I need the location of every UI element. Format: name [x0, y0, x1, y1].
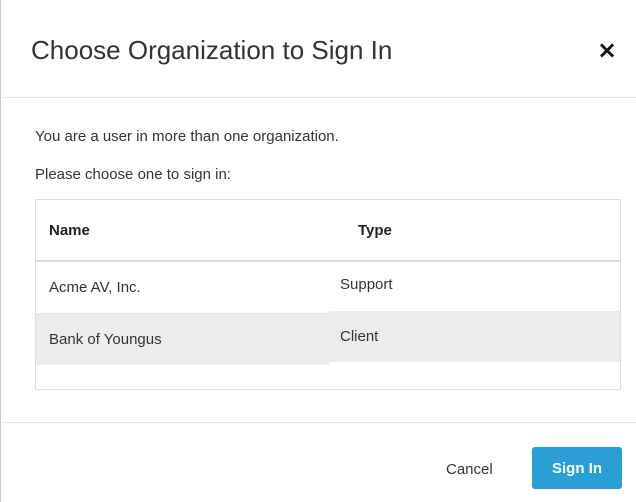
- multi-org-message: You are a user in more than one organiza…: [35, 128, 339, 145]
- column-header-type[interactable]: Type: [329, 200, 620, 262]
- table-row[interactable]: Acme AV, Inc. Support: [36, 261, 620, 314]
- dialog-footer: Cancel Sign In: [2, 422, 636, 502]
- choose-prompt: Please choose one to sign in:: [35, 166, 231, 183]
- table-header-row: Name Type: [36, 200, 620, 262]
- sign-in-button[interactable]: Sign In: [532, 447, 622, 489]
- org-type-cell: Client: [329, 310, 620, 362]
- table-row[interactable]: Bank of Youngus Client: [36, 310, 620, 365]
- dialog-title: Choose Organization to Sign In: [31, 35, 393, 65]
- org-name-cell: Bank of Youngus: [36, 313, 329, 365]
- column-header-name[interactable]: Name: [36, 200, 329, 262]
- sign-in-org-dialog: Choose Organization to Sign In × You are…: [0, 0, 636, 502]
- org-name-cell: Acme AV, Inc.: [49, 279, 141, 296]
- close-icon[interactable]: ×: [595, 36, 619, 64]
- dialog-body: You are a user in more than one organiza…: [2, 98, 636, 422]
- cancel-button[interactable]: Cancel: [436, 455, 503, 483]
- org-type-cell: Support: [340, 276, 393, 293]
- organization-table: Name Type Acme AV, Inc. Support Bank of …: [35, 199, 621, 390]
- dialog-header: Choose Organization to Sign In ×: [2, 0, 636, 98]
